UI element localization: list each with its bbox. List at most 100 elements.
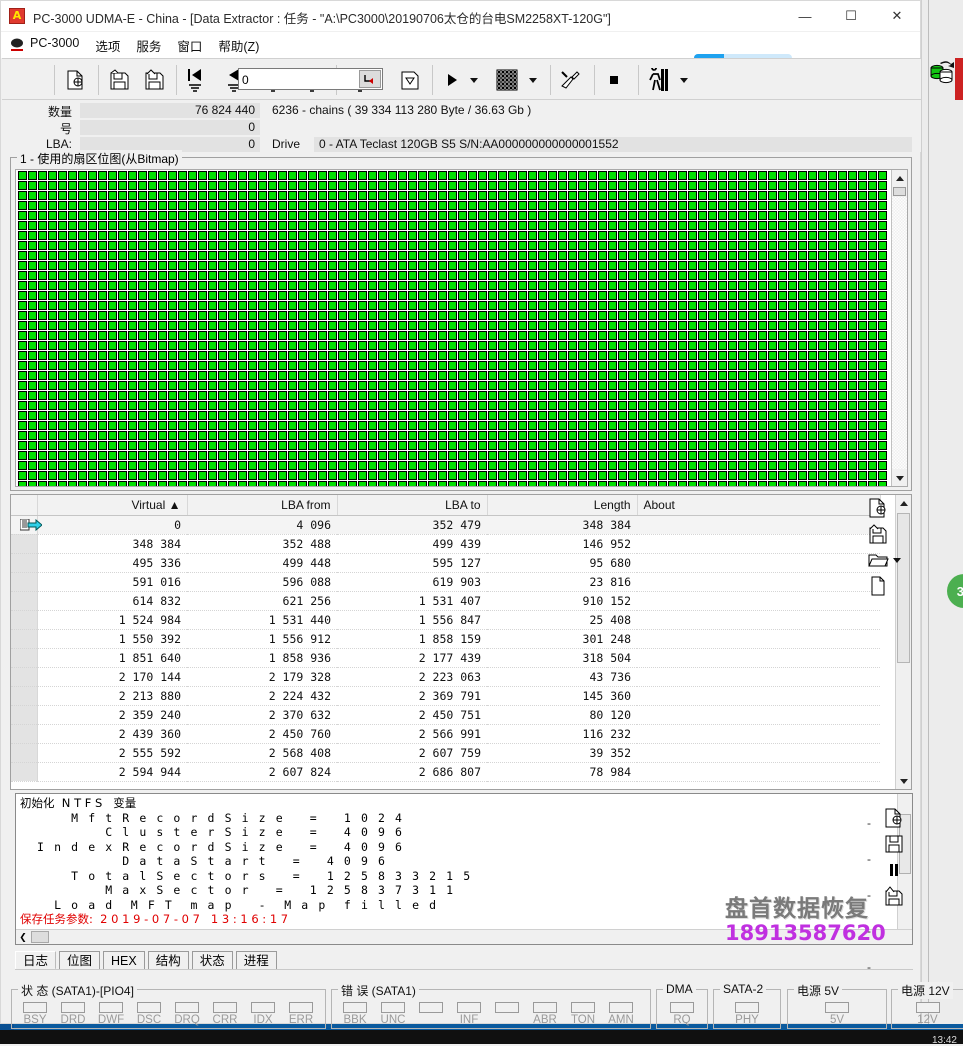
bitmap-cell[interactable] (217, 311, 227, 320)
bitmap-cell[interactable] (337, 421, 347, 430)
bitmap-cell[interactable] (477, 301, 487, 310)
bitmap-cell[interactable] (227, 341, 237, 350)
bitmap-cell[interactable] (277, 251, 287, 260)
bitmap-cell[interactable] (257, 481, 267, 486)
bitmap-cell[interactable] (247, 281, 257, 290)
bitmap-cell[interactable] (257, 311, 267, 320)
bitmap-cell[interactable] (227, 171, 237, 180)
bitmap-cell[interactable] (557, 211, 567, 220)
bitmap-cell[interactable] (17, 181, 27, 190)
bitmap-cell[interactable] (647, 341, 657, 350)
bitmap-cell[interactable] (507, 241, 517, 250)
bitmap-cell[interactable] (357, 421, 367, 430)
bitmap-cell[interactable] (267, 351, 277, 360)
bitmap-cell[interactable] (597, 261, 607, 270)
bitmap-cell[interactable] (417, 381, 427, 390)
bitmap-cell[interactable] (347, 371, 357, 380)
bitmap-cell[interactable] (257, 211, 267, 220)
bitmap-cell[interactable] (177, 291, 187, 300)
bitmap-cell[interactable] (757, 191, 767, 200)
bitmap-cell[interactable] (367, 431, 377, 440)
bitmap-cell[interactable] (597, 471, 607, 480)
bitmap-cell[interactable] (97, 461, 107, 470)
bitmap-cell[interactable] (107, 351, 117, 360)
bitmap-cell[interactable] (497, 331, 507, 340)
bitmap-cell[interactable] (427, 211, 437, 220)
bitmap-cell[interactable] (517, 471, 527, 480)
bitmap-cell[interactable] (727, 261, 737, 270)
bitmap-cell[interactable] (337, 321, 347, 330)
bitmap-cell[interactable] (357, 271, 367, 280)
bitmap-cell[interactable] (777, 171, 787, 180)
bitmap-cell[interactable] (447, 311, 457, 320)
bitmap-cell[interactable] (167, 421, 177, 430)
bitmap-cell[interactable] (417, 181, 427, 190)
bitmap-cell[interactable] (617, 461, 627, 470)
bitmap-cell[interactable] (757, 211, 767, 220)
bitmap-cell[interactable] (217, 411, 227, 420)
bitmap-cell[interactable] (787, 431, 797, 440)
bitmap-cell[interactable] (577, 191, 587, 200)
bitmap-cell[interactable] (367, 361, 377, 370)
bitmap-cell[interactable] (97, 191, 107, 200)
bitmap-cell[interactable] (177, 181, 187, 190)
bitmap-cell[interactable] (717, 431, 727, 440)
bitmap-cell[interactable] (237, 271, 247, 280)
bitmap-cell[interactable] (507, 201, 517, 210)
bitmap-cell[interactable] (677, 341, 687, 350)
bitmap-cell[interactable] (387, 381, 397, 390)
bitmap-cell[interactable] (817, 481, 827, 486)
bitmap-cell[interactable] (407, 191, 417, 200)
bitmap-cell[interactable] (437, 191, 447, 200)
bitmap-cell[interactable] (277, 271, 287, 280)
bitmap-cell[interactable] (237, 361, 247, 370)
bitmap-cell[interactable] (127, 431, 137, 440)
bitmap-cell[interactable] (267, 191, 277, 200)
bitmap-cell[interactable] (197, 191, 207, 200)
bitmap-cell[interactable] (457, 341, 467, 350)
bitmap-cell[interactable] (667, 431, 677, 440)
bitmap-cell[interactable] (877, 171, 887, 180)
bitmap-cell[interactable] (347, 331, 357, 340)
bitmap-cell[interactable] (27, 471, 37, 480)
bitmap-cell[interactable] (197, 391, 207, 400)
bitmap-cell[interactable] (77, 351, 87, 360)
bitmap-cell[interactable] (777, 391, 787, 400)
bitmap-cell[interactable] (407, 261, 417, 270)
bitmap-cell[interactable] (527, 351, 537, 360)
dock-badge[interactable]: 31 (947, 574, 963, 608)
bitmap-cell[interactable] (167, 331, 177, 340)
bitmap-cell[interactable] (487, 261, 497, 270)
bitmap-cell[interactable] (147, 221, 157, 230)
bitmap-cell[interactable] (307, 381, 317, 390)
bitmap-cell[interactable] (447, 221, 457, 230)
bitmap-cell[interactable] (367, 181, 377, 190)
bitmap-cell[interactable] (877, 461, 887, 470)
bitmap-cell[interactable] (537, 231, 547, 240)
bitmap-cell[interactable] (197, 251, 207, 260)
bitmap-cell[interactable] (407, 471, 417, 480)
bitmap-cell[interactable] (817, 281, 827, 290)
bitmap-cell[interactable] (447, 411, 457, 420)
bitmap-cell[interactable] (797, 171, 807, 180)
bitmap-cell[interactable] (577, 211, 587, 220)
bitmap-cell[interactable] (577, 361, 587, 370)
bitmap-cell[interactable] (837, 211, 847, 220)
bitmap-cell[interactable] (347, 251, 357, 260)
bitmap-cell[interactable] (467, 411, 477, 420)
bitmap-cell[interactable] (467, 191, 477, 200)
bitmap-cell[interactable] (467, 381, 477, 390)
bitmap-cell[interactable] (867, 391, 877, 400)
bitmap-cell[interactable] (177, 461, 187, 470)
bitmap-cell[interactable] (507, 171, 517, 180)
bitmap-cell[interactable] (527, 471, 537, 480)
bitmap-cell[interactable] (117, 261, 127, 270)
maximize-button[interactable]: ☐ (828, 1, 874, 31)
bitmap-cell[interactable] (427, 221, 437, 230)
bitmap-cell[interactable] (757, 371, 767, 380)
bitmap-cell[interactable] (827, 201, 837, 210)
log-pause-button[interactable] (879, 857, 909, 883)
bitmap-cell[interactable] (497, 221, 507, 230)
bitmap-cell[interactable] (117, 391, 127, 400)
bitmap-cell[interactable] (347, 291, 357, 300)
